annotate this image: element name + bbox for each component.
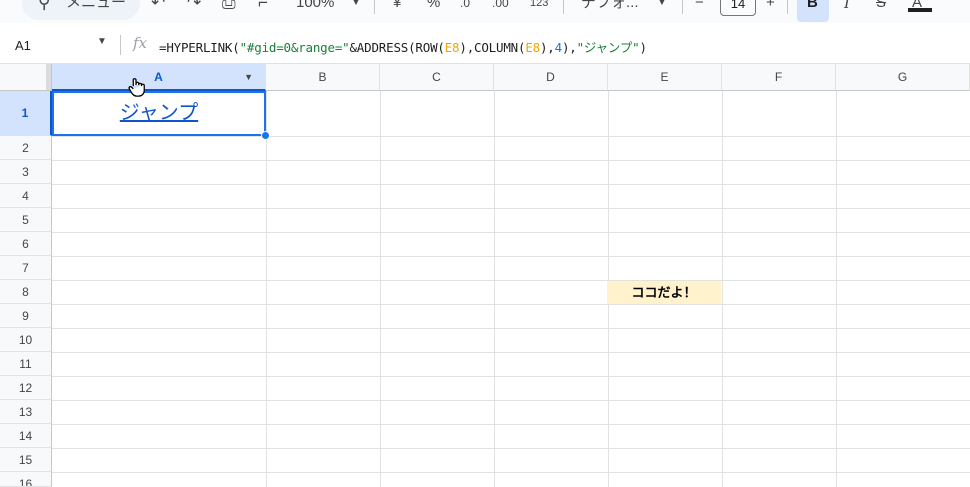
toolbar: ⚲ メニュー ↶ ↷ ⎙ ⌐ 100% ▼ ¥ % .0 .00 123 デフォ… [0,0,970,23]
row-header-7[interactable]: 7 [0,256,52,280]
row-header-12[interactable]: 12 [0,376,52,400]
row-header-2[interactable]: 2 [0,136,52,160]
redo-icon[interactable]: ↷ [187,0,201,13]
column-header-c[interactable]: C [380,64,494,91]
font-select[interactable]: デフォ... [581,0,639,13]
paint-format-icon[interactable]: ⌐ [258,0,268,13]
print-icon[interactable]: ⎙ [222,0,236,13]
row-header-6[interactable]: 6 [0,232,52,256]
select-all-corner[interactable] [0,64,52,91]
column-header-a[interactable]: A ▼ [52,64,266,91]
zoom-select[interactable]: 100% [296,0,334,13]
formula-input[interactable]: =HYPERLINK("#gid=0&range="&ADDRESS(ROW(E… [159,37,647,56]
currency-button[interactable]: ¥ [393,0,401,13]
number-format-button[interactable]: 123 [530,0,548,13]
row-header-14[interactable]: 14 [0,424,52,448]
row-header-11[interactable]: 11 [0,352,52,376]
text-color-swatch [908,8,932,12]
fx-icon: fx [133,34,148,52]
row-header-4[interactable]: 4 [0,184,52,208]
row-header-16[interactable]: 16 [0,472,52,487]
bold-label: B [807,0,818,11]
increase-decimal-button[interactable]: .00 [492,0,509,13]
search-icon: ⚲ [38,0,51,12]
strikethrough-button[interactable]: S [876,0,886,13]
formula-bar-divider [120,35,121,55]
cell-a1[interactable]: ジャンプ [52,91,266,136]
name-box-caret-icon[interactable]: ▼ [97,36,107,47]
formula-bar: A1 ▼ fx =HYPERLINK("#gid=0&range="&ADDRE… [0,23,970,64]
cell-e8[interactable]: ココだよ！ [607,281,721,304]
italic-button[interactable]: I [844,0,850,13]
decrease-decimal-button[interactable]: .0 [460,0,470,13]
font-size-input[interactable]: 14 [720,0,756,16]
hand-cursor-icon [128,78,145,97]
increase-font-size-button[interactable]: + [766,0,775,13]
column-header-d[interactable]: D [494,64,608,91]
percent-button[interactable]: % [427,0,440,13]
row-header-13[interactable]: 13 [0,400,52,424]
sheet-grid: A ▼ B C D E F G 1 2 3 4 5 6 7 8 9 10 11 1… [0,64,970,487]
row-header-5[interactable]: 5 [0,208,52,232]
row-header-10[interactable]: 10 [0,328,52,352]
row-header-1[interactable]: 1 [0,91,52,136]
column-header-f[interactable]: F [722,64,836,91]
name-box[interactable]: A1 [15,38,31,53]
column-header-b[interactable]: B [266,64,380,91]
column-header-g[interactable]: G [836,64,970,91]
undo-icon[interactable]: ↶ [151,0,165,13]
row-header-15[interactable]: 15 [0,448,52,472]
column-header-e[interactable]: E [608,64,722,91]
row-header-8[interactable]: 8 [0,280,52,304]
menu-search-label: メニュー [66,0,127,11]
row-header-3[interactable]: 3 [0,160,52,184]
fill-handle[interactable] [261,131,270,140]
font-caret-icon: ▼ [657,0,667,8]
zoom-caret-icon: ▼ [351,0,361,8]
decrease-font-size-button[interactable]: − [695,0,704,13]
jump-link[interactable]: ジャンプ [120,102,198,124]
row-header-9[interactable]: 9 [0,304,52,328]
column-menu-caret-icon[interactable]: ▼ [244,64,253,91]
